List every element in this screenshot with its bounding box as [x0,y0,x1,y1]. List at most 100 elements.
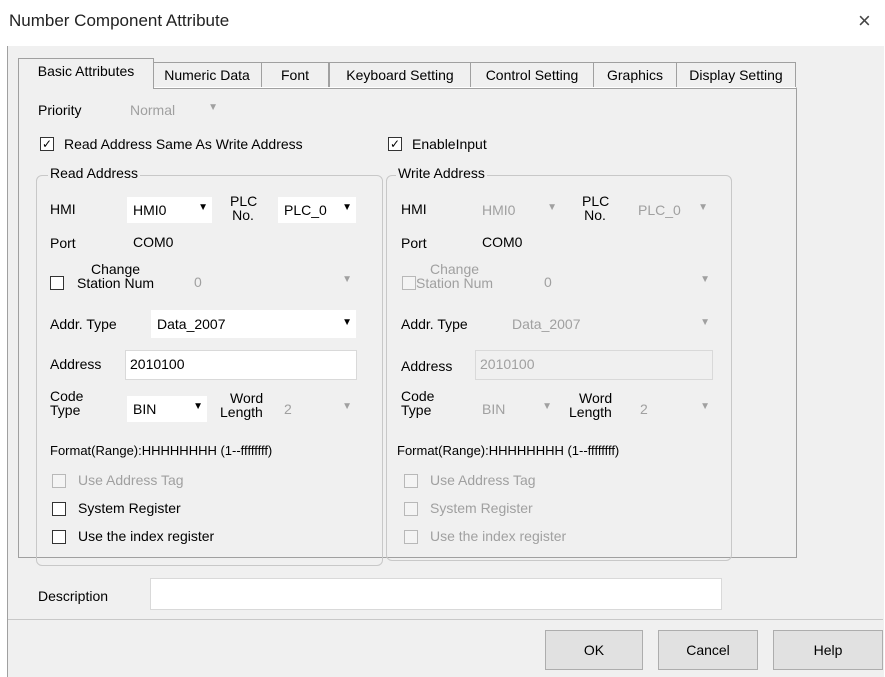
read-plc-select[interactable]: PLC_0 ▼ [278,197,356,223]
description-input[interactable] [150,578,722,610]
chevron-down-icon: ▼ [547,202,557,213]
read-same-checkbox[interactable]: ✓ [40,137,54,151]
write-hmi-select[interactable]: HMI0 ▼ [476,197,561,223]
read-address-input[interactable]: 2010100 [125,350,357,380]
write-word-length-label: Word Length [569,391,612,419]
write-code-label-line1: Code [401,388,435,404]
write-change-station-label: Change Station Num [416,262,493,290]
write-station-select[interactable]: 0 ▼ [538,271,714,293]
priority-label: Priority [38,102,82,118]
write-address-input[interactable]: 2010100 [475,350,713,380]
read-address-title: Read Address [48,165,140,181]
read-index-register-checkbox[interactable] [52,530,66,544]
read-plc-label-line1: PLC [230,193,258,209]
read-change-station-checkbox[interactable] [50,276,64,290]
title-bar: Number Component Attribute × [0,0,885,44]
enable-input-label: EnableInput [412,136,487,152]
chevron-down-icon: ▼ [193,401,203,412]
tab-control-setting[interactable]: Control Setting [470,62,594,87]
read-address-label: Address [50,356,102,372]
write-plc-select[interactable]: PLC_0 ▼ [632,197,712,223]
write-system-register-label: System Register [430,500,533,516]
close-icon[interactable]: × [858,8,871,34]
read-format-text: Format(Range):HHHHHHHH (1--ffffffff) [50,443,273,458]
read-code-type-select[interactable]: BIN ▼ [127,396,207,422]
chevron-down-icon: ▼ [208,102,218,113]
read-word-label-line2: Length [220,404,263,420]
window-title: Number Component Attribute [9,11,230,30]
write-plc-value: PLC_0 [638,202,681,218]
read-system-register-label: System Register [78,500,181,516]
description-label: Description [38,588,109,604]
read-code-type-label: Code Type [50,389,83,417]
priority-value: Normal [130,102,176,118]
write-plc-label-line2: No. [584,207,606,223]
write-addr-type-value: Data_2007 [512,316,581,332]
read-word-value: 2 [284,401,292,417]
write-code-value: BIN [482,401,506,417]
write-code-type-select[interactable]: BIN ▼ [476,396,556,422]
help-button[interactable]: Help [773,630,883,670]
write-word-label-line1: Word [579,390,613,406]
priority-select[interactable]: Normal ▼ [124,99,222,121]
chevron-down-icon: ▼ [542,401,552,412]
read-addr-type-select[interactable]: Data_2007 ▼ [151,310,356,338]
write-address-value: 2010100 [480,356,535,372]
write-index-register-label: Use the index register [430,528,567,544]
write-word-length-select[interactable]: 2 ▼ [634,398,714,420]
read-system-register-checkbox[interactable] [52,502,66,516]
write-use-tag-label: Use Address Tag [430,472,536,488]
read-hmi-select[interactable]: HMI0 ▼ [127,197,212,223]
tab-font[interactable]: Font [261,62,329,87]
read-station-value: 0 [194,274,202,290]
write-code-label-line2: Type [401,402,432,418]
write-hmi-value: HMI0 [482,202,516,218]
write-word-value: 2 [640,401,648,417]
ok-button[interactable]: OK [545,630,643,670]
read-use-tag-checkbox[interactable] [52,474,66,488]
read-index-register-label: Use the index register [78,528,215,544]
tab-basic-attributes[interactable]: Basic Attributes [18,58,154,89]
chevron-down-icon: ▼ [342,317,352,328]
enable-input-checkbox[interactable]: ✓ [388,137,402,151]
read-word-length-select[interactable]: 2 ▼ [278,398,356,420]
write-plc-label: PLC No. [582,193,610,223]
read-plc-label: PLC No. [230,193,258,223]
write-code-type-label: Code Type [401,389,434,417]
read-change-label-line1: Change [91,261,141,277]
write-addr-type-select[interactable]: Data_2007 ▼ [506,310,714,338]
button-separator [8,619,883,620]
read-addr-type-value: Data_2007 [157,316,226,332]
write-system-register-checkbox[interactable] [404,502,418,516]
write-station-value: 0 [544,274,552,290]
read-code-label-line2: Type [50,402,81,418]
tab-numeric-data[interactable]: Numeric Data [152,62,262,87]
chevron-down-icon: ▼ [698,202,708,213]
read-change-station-label: Change Station Num [77,262,154,290]
chevron-down-icon: ▼ [700,317,710,328]
tab-graphics[interactable]: Graphics [593,62,677,87]
read-hmi-label: HMI [50,201,76,217]
tab-keyboard-setting[interactable]: Keyboard Setting [329,62,471,87]
write-index-register-checkbox[interactable] [404,530,418,544]
read-port-value: COM0 [133,234,174,250]
read-hmi-value: HMI0 [133,202,167,218]
write-port-label: Port [401,235,427,251]
read-same-label: Read Address Same As Write Address [64,136,303,152]
read-plc-label-line2: No. [232,207,254,223]
chevron-down-icon: ▼ [342,202,352,213]
read-word-length-label: Word Length [220,391,263,419]
tab-display-setting[interactable]: Display Setting [676,62,796,87]
read-address-value: 2010100 [130,356,185,372]
write-use-tag-checkbox[interactable] [404,474,418,488]
write-change-station-checkbox[interactable] [402,276,416,290]
write-addr-type-label: Addr. Type [401,316,468,332]
write-plc-label-line1: PLC [582,193,610,209]
read-port-label: Port [50,235,76,251]
write-port-value: COM0 [482,234,523,250]
cancel-button[interactable]: Cancel [658,630,758,670]
read-code-value: BIN [133,401,157,417]
write-address-title: Write Address [396,165,487,181]
write-change-label-line1: Change [430,261,480,277]
read-station-select[interactable]: 0 ▼ [188,271,356,293]
